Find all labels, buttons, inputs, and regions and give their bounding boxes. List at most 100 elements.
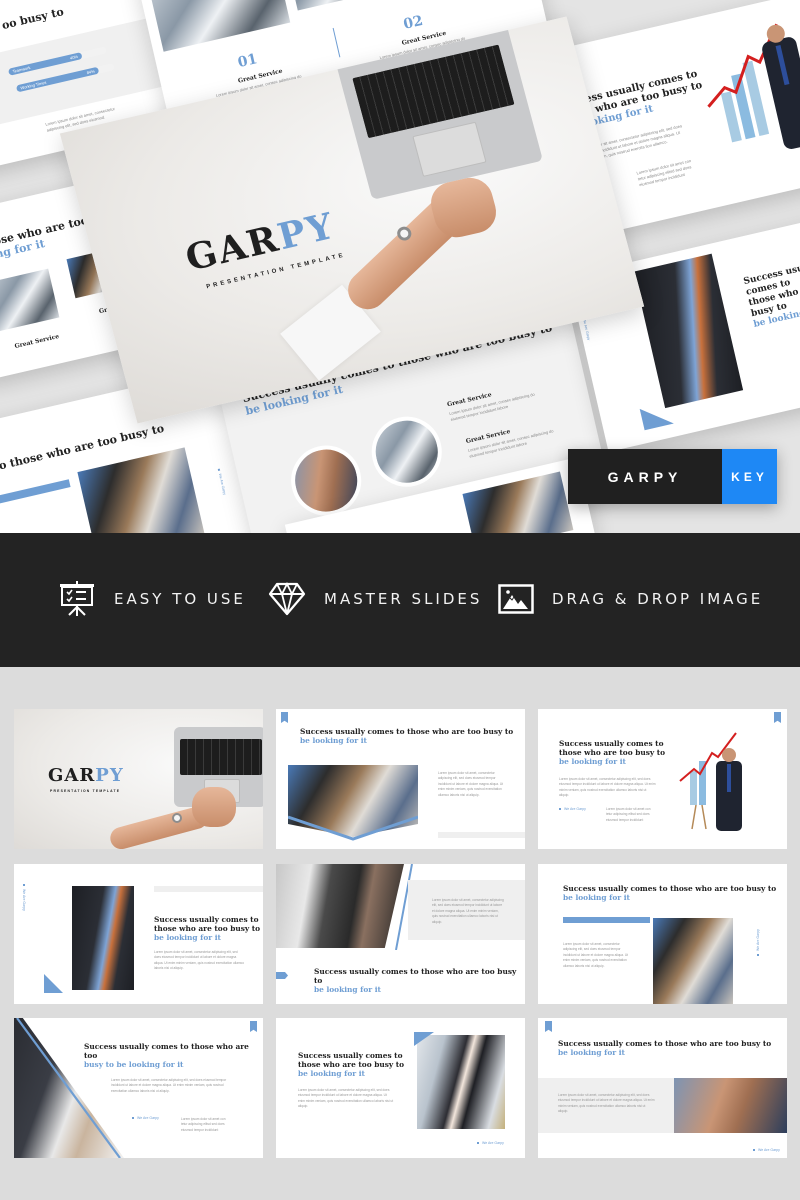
accent-bar (563, 917, 650, 923)
we-are-tag: We Are Garpy (22, 884, 26, 911)
ribbon-marker (250, 1021, 257, 1032)
title-highlight: be looking for it (300, 736, 367, 745)
title-line: those who are too busy to (559, 748, 666, 757)
meeting-photo (462, 471, 574, 533)
title-highlight: be looking for it (563, 893, 630, 902)
slide-title: Success usually comes to those who are t… (743, 257, 800, 331)
office-photo (145, 0, 291, 52)
product-badge: GARPY KEY (568, 449, 777, 504)
service-text: Lorem ipsum dolor sit amet, consec adipi… (448, 391, 536, 422)
documents-circle-photo (364, 409, 449, 494)
thumbnail-team-bar[interactable]: Success usually comes to those who are t… (538, 864, 787, 1004)
slide-text: Lorem ipsum dolor sit amet, consectetur … (432, 898, 504, 924)
diagonal-accent (16, 1018, 121, 1158)
title-line: those who are too busy to (154, 924, 261, 933)
title-line: Success usually comes to (559, 739, 664, 748)
slide-title: Success usually comes to those who are t… (314, 967, 525, 994)
accent-bar (0, 479, 71, 506)
wristwatch (172, 813, 182, 823)
ribbon-marker (545, 1021, 552, 1032)
business-woman-photo (417, 1035, 505, 1129)
features-bar: EASY TO USE MASTER SLIDES DRAG & DROP IM… (0, 533, 800, 667)
title-line: those who are too busy to (298, 1060, 405, 1069)
title-highlight: be looking for it (559, 757, 626, 766)
service-text: Lorem ipsum dolor sit amet, consec adipi… (467, 428, 554, 459)
trackpad (412, 121, 487, 177)
we-are-tag: We Are Garpy (217, 468, 227, 495)
slide-text: Lorem ipsum dolor sit amet con tetur adi… (181, 1117, 226, 1132)
meeting-photo (0, 268, 60, 334)
service-number: 02 (401, 12, 425, 33)
title-line: Success usually comes to those who are t… (84, 1042, 249, 1060)
office-photo (282, 0, 405, 11)
thumbnail-handshake[interactable]: Success usually comes to those who are t… (538, 1018, 787, 1158)
thumbnail-growth[interactable]: Success usually comes to those who are t… (538, 709, 787, 849)
presentation-board-icon (60, 581, 94, 616)
slide-text: Lorem ipsum dolor sit amet, consectetur … (558, 1093, 655, 1114)
we-are-tag: We Are Garpy (477, 1141, 504, 1145)
thumbnail-handshake-man[interactable]: We Are Garpy Success usually comes to th… (14, 864, 263, 1004)
logo-accent: PY (95, 765, 124, 786)
garpy-logo: GARPY (48, 765, 124, 786)
arrow-marker (276, 972, 288, 979)
feature-easy-to-use: EASY TO USE (58, 581, 246, 617)
service-number: 01 (236, 51, 259, 72)
slide-text: Lorem ipsum dolor sit amet con tetur adi… (636, 158, 692, 188)
title-line: Success usually comes to those who are t… (563, 884, 777, 893)
slide-text: Lorem ipsum dolor sit amet, consectetur … (298, 1088, 394, 1109)
badge-name: GARPY (568, 449, 722, 504)
slide-title: Success usually comes to those who are t… (298, 1051, 404, 1078)
businessman-photo (72, 886, 134, 990)
title-highlight: be looking for it (298, 1069, 365, 1078)
businessman-head (722, 748, 736, 762)
we-are-tag: We Are Garpy (753, 1148, 780, 1152)
accent-triangle (414, 1032, 434, 1046)
we-are-tag: We Are Garpy (756, 929, 760, 956)
chevron-accent (288, 815, 418, 841)
slide-text: Lorem ipsum dolor sit amet, consectetur … (154, 950, 244, 971)
easel-leg (691, 804, 697, 830)
we-are-tag: We Are Garpy (559, 807, 586, 811)
accent-triangle (639, 402, 674, 431)
thumbnail-team-chevron[interactable]: Success usually comes to those who are t… (276, 709, 525, 849)
clasped-hands (192, 787, 236, 827)
slide-title: Success usually comes to those who are t… (559, 739, 665, 766)
growth-chart-illustration (679, 732, 742, 831)
laptop-man-photo (276, 864, 404, 948)
slide-text: Lorem ipsum dolor sit amet con tetur adi… (606, 807, 651, 822)
slide-band (154, 886, 263, 892)
slide-title: Success usually comes to those who are t… (154, 915, 260, 942)
feature-master-slides: MASTER SLIDES (268, 581, 482, 617)
accent-triangle (44, 974, 63, 993)
diamond-icon (268, 582, 306, 616)
chart-bar (690, 771, 697, 805)
title-line: Success usually comes to those who are t… (300, 727, 514, 736)
we-are-tag: We Are Garpy (132, 1116, 159, 1120)
badge-format: KEY (722, 449, 777, 504)
feature-label: MASTER SLIDES (324, 590, 483, 608)
chart-bar (699, 761, 706, 805)
title-line: Success usually comes to (298, 1051, 403, 1060)
service-title: Great Service (14, 332, 60, 351)
hero-collage: oo busy to Teamwork 40% Working Times 84… (0, 0, 800, 533)
cover-subtitle: PRESENTATION TEMPLATE (50, 789, 121, 793)
ribbon-marker (281, 712, 288, 723)
slide-title: Success usually comes to those who are t… (84, 1042, 263, 1069)
thumbnail-laptop-man[interactable]: Lorem ipsum dolor sit amet, consectetur … (276, 864, 525, 1004)
keyboard (180, 739, 262, 775)
easel-leg (701, 804, 707, 830)
title-highlight: be looking for it (558, 1048, 625, 1057)
title-line: Success usually comes to those who are t… (314, 967, 517, 985)
logo-dark: GAR (48, 765, 96, 786)
feature-label: EASY TO USE (114, 590, 246, 608)
slide-text: Lorem ipsum dolor sit amet, consectetur … (563, 942, 629, 968)
tie (727, 764, 731, 792)
slide-title: oo busy to (0, 5, 65, 32)
thumbnail-diagonal-man[interactable]: Success usually comes to those who are t… (14, 1018, 263, 1158)
title-line: Success usually comes to those who are t… (558, 1039, 772, 1048)
slide-title: Success usually comes to those who are t… (563, 884, 776, 902)
thumbnail-business-woman[interactable]: Success usually comes to those who are t… (276, 1018, 525, 1158)
slide-band (438, 832, 525, 838)
feature-label: DRAG & DROP IMAGE (552, 590, 764, 608)
thumbnail-cover[interactable]: GARPY PRESENTATION TEMPLATE (14, 709, 263, 849)
